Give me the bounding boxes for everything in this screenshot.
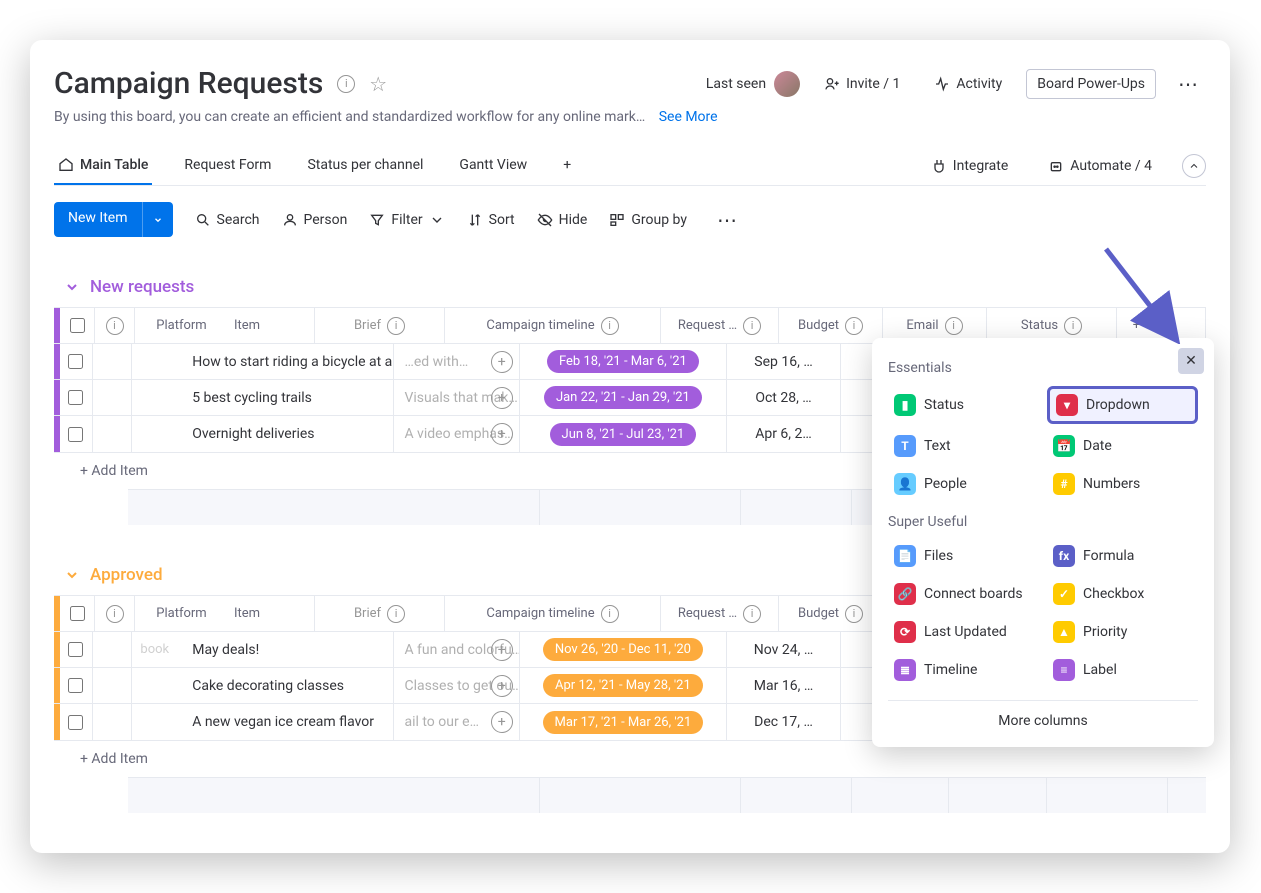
column-type-files[interactable]: 📄Files xyxy=(888,540,1039,572)
column-budget[interactable]: Budget i xyxy=(778,596,882,631)
plus-icon[interactable]: + xyxy=(491,423,513,445)
item-name[interactable]: 5 best cycling trails xyxy=(128,380,393,415)
brief-cell[interactable]: Classes to get ou…+ xyxy=(393,668,518,703)
column-type-priority[interactable]: ▲Priority xyxy=(1047,616,1198,648)
column-type-dropdown[interactable]: ▾Dropdown xyxy=(1047,386,1198,424)
essentials-heading: Essentials xyxy=(888,360,1198,376)
sort-button[interactable]: Sort xyxy=(467,212,515,228)
info-icon[interactable]: i xyxy=(94,308,134,343)
new-item-button[interactable]: New Item xyxy=(54,202,173,237)
request-cell: Dec 17, … xyxy=(726,704,840,740)
tab-request-form[interactable]: Request Form xyxy=(180,147,275,185)
row-checkbox[interactable] xyxy=(68,354,83,369)
column-type-last-updated[interactable]: ⟳Last Updated xyxy=(888,616,1039,648)
request-cell: Mar 16, … xyxy=(726,668,840,703)
item-name[interactable]: May deals! xyxy=(128,632,393,667)
brief-cell[interactable]: …ed with…+ xyxy=(393,344,518,379)
info-icon[interactable]: i xyxy=(337,75,355,93)
add-column-popover: ✕ Essentials ▮Status▾DropdownTText📅Date👤… xyxy=(872,338,1214,747)
brief-cell[interactable]: A fun and colorfu…+ xyxy=(393,632,518,667)
info-icon[interactable]: i xyxy=(94,596,134,631)
plus-icon[interactable]: + xyxy=(491,387,513,409)
column-type-timeline[interactable]: ≣Timeline xyxy=(888,654,1039,686)
column-type-text[interactable]: TText xyxy=(888,430,1039,462)
powerups-button[interactable]: Board Power-Ups xyxy=(1026,69,1156,99)
request-cell: Sep 16, … xyxy=(726,344,840,379)
row-checkbox[interactable] xyxy=(68,678,83,693)
more-columns-button[interactable]: More columns xyxy=(888,700,1198,729)
column-type-status[interactable]: ▮Status xyxy=(888,386,1039,424)
plus-icon[interactable]: + xyxy=(491,711,513,733)
column-type-people[interactable]: 👤People xyxy=(888,468,1039,500)
more-menu-icon[interactable]: ⋯ xyxy=(1170,68,1206,100)
tab-status-channel[interactable]: Status per channel xyxy=(303,147,427,185)
timeline-cell[interactable]: Feb 18, '21 - Mar 6, '21 xyxy=(519,344,726,379)
hide-button[interactable]: Hide xyxy=(537,212,588,228)
tab-main-table[interactable]: Main Table xyxy=(54,147,152,185)
new-item-dropdown[interactable] xyxy=(142,202,173,237)
see-more-link[interactable]: See More xyxy=(659,109,718,125)
column-type-date[interactable]: 📅Date xyxy=(1047,430,1198,462)
tab-gantt-view[interactable]: Gantt View xyxy=(455,147,531,185)
plus-icon[interactable]: + xyxy=(491,675,513,697)
column-type-numbers[interactable]: #Numbers xyxy=(1047,468,1198,500)
timeline-cell[interactable]: Jan 22, '21 - Jan 29, '21 xyxy=(519,380,726,415)
board-title: Campaign Requests xyxy=(54,66,323,101)
select-all-checkbox[interactable] xyxy=(70,318,85,333)
column-request[interactable]: Request … i xyxy=(660,596,778,631)
super-useful-heading: Super Useful xyxy=(888,514,1198,530)
column-timeline[interactable]: Campaign timeline i xyxy=(444,308,660,343)
collapse-icon[interactable] xyxy=(1182,154,1206,178)
tab-add[interactable]: + xyxy=(559,147,575,185)
request-cell: Apr 6, 2… xyxy=(726,416,840,452)
timeline-cell[interactable]: Jun 8, '21 - Jul 23, '21 xyxy=(519,416,726,452)
activity-button[interactable]: Activity xyxy=(924,70,1012,98)
column-brief[interactable]: Briefi xyxy=(314,596,444,631)
item-name[interactable]: Cake decorating classes xyxy=(128,668,393,703)
brief-cell[interactable]: A video emphas…+ xyxy=(393,416,518,452)
invite-button[interactable]: Invite / 1 xyxy=(814,70,910,98)
column-type-connect-boards[interactable]: 🔗Connect boards xyxy=(888,578,1039,610)
brief-cell[interactable]: ail to our e…+ xyxy=(393,704,518,740)
timeline-cell[interactable]: Apr 12, '21 - May 28, '21 xyxy=(519,668,726,703)
brief-cell[interactable]: Visuals that mak…+ xyxy=(393,380,518,415)
timeline-cell[interactable]: Mar 17, '21 - Mar 26, '21 xyxy=(519,704,726,740)
avatar[interactable] xyxy=(774,71,800,97)
timeline-cell[interactable]: Nov 26, '20 - Dec 11, '20 xyxy=(519,632,726,667)
column-type-checkbox[interactable]: ✓Checkbox xyxy=(1047,578,1198,610)
last-seen: Last seen xyxy=(706,71,800,97)
integrate-button[interactable]: Integrate xyxy=(921,152,1019,180)
column-item[interactable]: Item xyxy=(134,308,314,343)
board-description: By using this board, you can create an e… xyxy=(54,109,1206,125)
row-checkbox[interactable] xyxy=(68,642,83,657)
request-cell: Nov 24, … xyxy=(726,632,840,667)
item-name[interactable]: How to start riding a bicycle at a… xyxy=(128,344,393,379)
row-checkbox[interactable] xyxy=(68,427,83,442)
plus-icon[interactable]: + xyxy=(491,639,513,661)
filter-button[interactable]: Filter xyxy=(369,212,444,228)
close-icon[interactable]: ✕ xyxy=(1178,348,1204,374)
column-item[interactable]: Item xyxy=(134,596,314,631)
star-icon[interactable]: ☆ xyxy=(369,72,387,96)
toolbar-more-icon[interactable]: ⋯ xyxy=(709,204,745,236)
column-budget[interactable]: Budget i xyxy=(778,308,882,343)
column-request[interactable]: Request … i xyxy=(660,308,778,343)
person-filter-button[interactable]: Person xyxy=(282,212,348,228)
automate-button[interactable]: Automate / 4 xyxy=(1038,152,1162,180)
row-checkbox[interactable] xyxy=(68,390,83,405)
request-cell: Oct 28, … xyxy=(726,380,840,415)
item-name[interactable]: Overnight deliveries xyxy=(128,416,393,452)
column-type-label[interactable]: ≡Label xyxy=(1047,654,1198,686)
row-checkbox[interactable] xyxy=(68,715,83,730)
column-type-formula[interactable]: fxFormula xyxy=(1047,540,1198,572)
search-button[interactable]: Search xyxy=(195,212,260,228)
item-name[interactable]: A new vegan ice cream flavor xyxy=(128,704,393,740)
select-all-checkbox[interactable] xyxy=(70,606,85,621)
column-timeline[interactable]: Campaign timeline i xyxy=(444,596,660,631)
groupby-button[interactable]: Group by xyxy=(609,212,687,228)
column-brief[interactable]: Briefi xyxy=(314,308,444,343)
plus-icon[interactable]: + xyxy=(491,351,513,373)
group-header[interactable]: New requests xyxy=(54,277,1206,297)
